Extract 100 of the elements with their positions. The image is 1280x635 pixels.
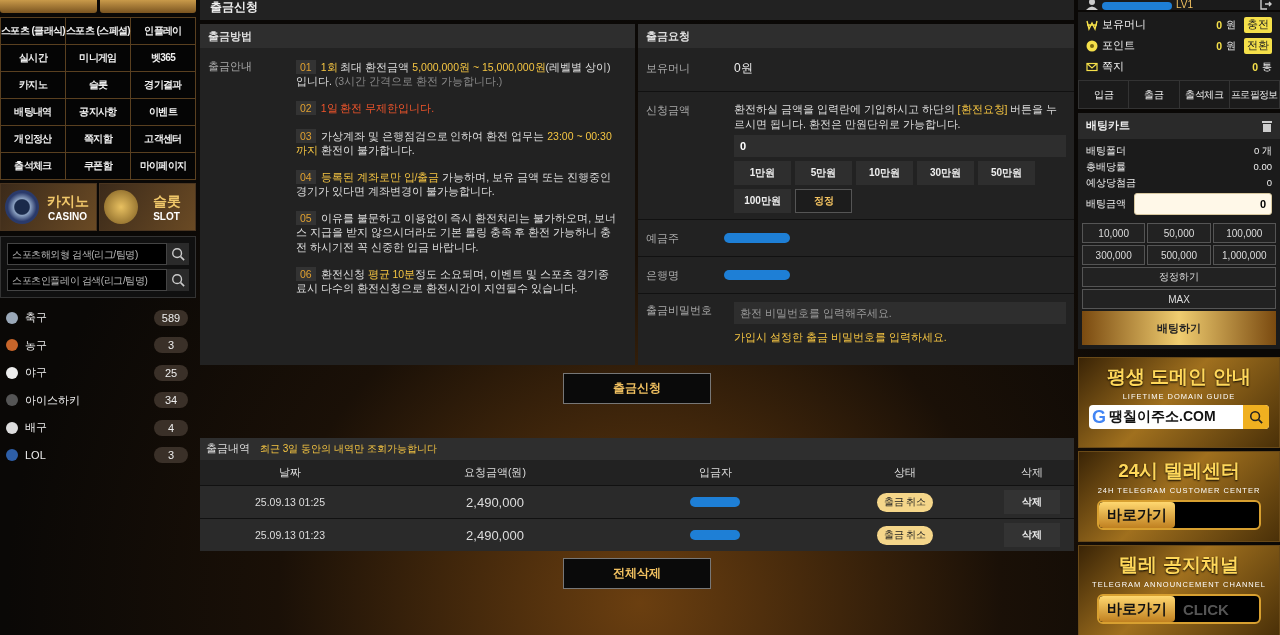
slot-banner[interactable]: 슬롯 SLOT xyxy=(99,183,196,231)
menu-item[interactable]: 벳365 xyxy=(131,45,195,71)
sport-name[interactable]: 농구 xyxy=(25,337,147,353)
place-bet-button[interactable]: 배팅하기 xyxy=(1082,311,1276,345)
sport-ball-icon xyxy=(6,394,18,407)
action-button[interactable]: 충전 xyxy=(1244,17,1272,33)
action-button[interactable]: 전환 xyxy=(1244,38,1272,54)
link-bar[interactable]: 바로가기 xyxy=(1097,500,1261,530)
amount-chip[interactable]: 500,000 xyxy=(1147,245,1211,265)
redaction-mark xyxy=(1102,2,1172,10)
sport-name[interactable]: LOL xyxy=(25,449,147,462)
status-badge: 출금 취소 xyxy=(876,492,934,512)
banner-title: 카지노 xyxy=(46,192,89,211)
account-tab[interactable]: 프로필정보 xyxy=(1229,81,1279,108)
menu-item[interactable]: 미니게임 xyxy=(66,45,131,71)
reset-button[interactable]: 정정 xyxy=(795,189,852,214)
amount-preset-button[interactable]: 30만원 xyxy=(917,161,974,186)
delete-button[interactable]: 삭제 xyxy=(1004,523,1060,547)
menu-item[interactable]: 쪽지함 xyxy=(66,126,131,152)
stat-label: 배팅폴더 xyxy=(1086,145,1126,158)
game-count: 25 xyxy=(154,364,188,381)
amount-preset-button[interactable]: 5만원 xyxy=(795,161,852,186)
menu-item[interactable]: 마이페이지 xyxy=(131,153,195,179)
max-button[interactable]: MAX xyxy=(1082,289,1276,309)
menu-item[interactable]: 배팅내역 xyxy=(1,99,66,125)
game-count: 3 xyxy=(154,337,188,354)
menu-item[interactable]: 출석체크 xyxy=(1,153,66,179)
menu-item[interactable]: 인플레이 xyxy=(131,18,195,44)
amount-cell: 2,490,000 xyxy=(380,518,610,551)
delete-all-button[interactable]: 전체삭제 xyxy=(563,558,711,589)
search-field[interactable]: 스포츠인플레이 검색(리그/팀명) xyxy=(7,269,167,291)
search-icon[interactable] xyxy=(171,247,185,261)
history-note: 최근 3일 동안의 내역만 조회가능합니다 xyxy=(260,442,437,456)
stat-value: 0.00 xyxy=(1253,161,1272,174)
menu-item[interactable]: 스포츠 (스페셜) xyxy=(66,18,131,44)
unit-label: 원 xyxy=(1226,39,1236,53)
bet-amount-label: 배팅금액 xyxy=(1086,197,1126,211)
amount-preset-button[interactable]: 50만원 xyxy=(978,161,1035,186)
amount-preset-button[interactable]: 1만원 xyxy=(734,161,791,186)
sport-name[interactable]: 야구 xyxy=(25,365,147,381)
banner-subtitle: CASINO xyxy=(48,210,87,222)
menu-item[interactable]: 고객센터 xyxy=(131,126,195,152)
bet-amount-input[interactable]: 0 xyxy=(1134,193,1272,215)
amount-chip[interactable]: 100,000 xyxy=(1212,223,1276,243)
amount-chip[interactable]: 1,000,000 xyxy=(1212,245,1276,265)
search-icon[interactable] xyxy=(1249,410,1263,424)
notice-text: 03 가상계좌 및 은행점검으로 인하여 환전 업무는 23:00 ~ 00:30 까지 환전이 불가합니다. xyxy=(296,128,613,157)
stat-label: 예상당첨금 xyxy=(1086,177,1136,190)
field-label: 신청금액 xyxy=(646,103,691,118)
amount-instructions: 환전하실 금액을 입력란에 기입하시고 하단의 [환전요청] 버튼을 누르시면 됩니다. 환전은 만원단위로 가능합니다. xyxy=(734,102,1059,133)
game-count: 589 xyxy=(154,309,188,326)
submit-button[interactable]: 출금신청 xyxy=(563,373,711,404)
user-level: LV1 xyxy=(1176,0,1195,10)
notice-text: 04 등록된 계좌로만 입/출금 가능하며, 보유 금액 또는 진행중인 경기가 있다면 계좌변경이 불가능합니다. xyxy=(296,169,612,199)
balance-label: 포인트 xyxy=(1102,39,1136,53)
menu-item[interactable]: 슬롯 xyxy=(66,72,131,98)
menu-item[interactable]: 이벤트 xyxy=(131,99,195,125)
notice-text: 05 이유를 불문하고 이용없이 즉시 환전처리는 불가하오며, 보너스 지급을 받지 않으시더라도 기본 롤링 충족 후 환전 가능하니 충전 하시기전 꼭 신중한 입금 바랍니다. xyxy=(296,211,618,254)
amount-chip[interactable]: 10,000 xyxy=(1082,223,1146,243)
menu-item[interactable]: 카지노 xyxy=(1,72,66,98)
redaction-mark xyxy=(724,233,790,244)
menu-item[interactable]: 경기결과 xyxy=(131,72,195,98)
account-tab[interactable]: 출석체크 xyxy=(1179,81,1229,108)
logout-icon[interactable] xyxy=(1260,0,1272,10)
tab-button[interactable] xyxy=(0,0,97,13)
game-count: 4 xyxy=(154,419,188,436)
sport-name[interactable]: 축구 xyxy=(25,310,147,326)
section-title: 출금내역 xyxy=(206,442,250,456)
password-input[interactable]: 환전 비밀번호를 입력해주세요. xyxy=(734,302,1066,325)
menu-item[interactable]: 공지사항 xyxy=(66,99,131,125)
account-tab[interactable]: 출금 xyxy=(1129,81,1179,108)
notice-text: 02 1일 환전 무제한입니다. xyxy=(296,101,619,116)
casino-banner[interactable]: 카지노 CASINO xyxy=(0,183,97,231)
field-label: 출금비밀번호 xyxy=(646,303,713,319)
menu-item[interactable]: 실시간 xyxy=(1,45,66,71)
amount-input[interactable]: 0 xyxy=(734,135,1066,158)
reset-button[interactable]: 정정하기 xyxy=(1082,267,1276,287)
sport-name[interactable]: 배구 xyxy=(25,420,147,436)
status-badge: 출금 취소 xyxy=(876,525,934,545)
unit-label: 원 xyxy=(1226,18,1236,32)
amount-chip[interactable]: 300,000 xyxy=(1082,245,1146,265)
sport-ball-icon xyxy=(6,449,18,462)
link-bar[interactable]: 바로가기 CLICK xyxy=(1097,594,1261,624)
amount-cell: 2,490,000 xyxy=(380,485,610,518)
menu-item[interactable]: 개인정산 xyxy=(1,126,66,152)
menu-item[interactable]: 쿠폰함 xyxy=(66,153,131,179)
sport-name[interactable]: 아이스하키 xyxy=(25,392,147,408)
delete-button[interactable]: 삭제 xyxy=(1004,490,1060,514)
search-field[interactable]: 스포츠해외형 검색(리그/팀명) xyxy=(7,243,167,265)
menu-item[interactable]: 스포츠 (클래식) xyxy=(1,18,66,44)
amount-chip[interactable]: 50,000 xyxy=(1147,223,1211,243)
tab-button[interactable] xyxy=(99,0,196,13)
panel-title: 출금방법 xyxy=(200,24,635,48)
redaction-mark xyxy=(690,497,740,507)
trash-icon[interactable] xyxy=(1262,120,1272,132)
search-icon[interactable] xyxy=(171,273,185,287)
amount-preset-button[interactable]: 10만원 xyxy=(856,161,913,186)
domain-search-bar[interactable]: G 땡칠이주소.COM xyxy=(1089,405,1269,429)
account-tab[interactable]: 입금 xyxy=(1079,81,1129,108)
amount-preset-button[interactable]: 100만원 xyxy=(734,189,791,214)
